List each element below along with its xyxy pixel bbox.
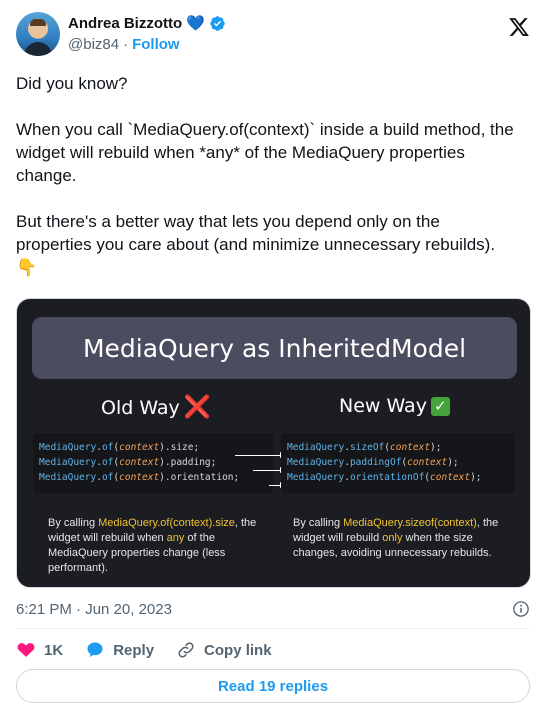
- author-handle-row: @biz84 · Follow: [68, 36, 180, 53]
- avatar[interactable]: [16, 12, 60, 56]
- copy-link-label: Copy link: [204, 641, 272, 659]
- media-title: MediaQuery as InheritedModel: [82, 333, 467, 363]
- avatar-hair: [30, 19, 46, 26]
- avatar-shirt: [24, 42, 52, 56]
- tweet-spacer: [16, 187, 516, 210]
- reply-button[interactable]: Reply: [85, 640, 154, 660]
- check-mark-icon: ✓: [430, 396, 450, 416]
- like-count: 1K: [44, 641, 64, 659]
- media-title-box: MediaQuery as InheritedModel: [32, 317, 517, 379]
- tweet-line-3: But there's a better way that lets you d…: [16, 210, 516, 279]
- author-name[interactable]: Andrea Bizzotto: [68, 15, 182, 32]
- code-line: MediaQuery.orientationOf(context);: [287, 472, 482, 483]
- info-icon[interactable]: [512, 600, 530, 618]
- old-way-heading: Old Way ❌: [101, 395, 211, 420]
- pointing-down-icon: 👇: [16, 258, 38, 277]
- old-way-label: Old Way: [101, 396, 180, 419]
- code-line: MediaQuery.paddingOf(context);: [287, 457, 459, 468]
- tweet-line-1: Did you know?: [16, 74, 128, 93]
- copy-link-button[interactable]: Copy link: [176, 640, 272, 660]
- verified-badge-icon: [210, 16, 225, 31]
- heart-icon: [17, 643, 35, 657]
- code-line: MediaQuery.sizeOf(context);: [287, 442, 442, 453]
- reply-bubble-icon: [87, 642, 103, 657]
- author-handle[interactable]: @biz84: [68, 36, 119, 53]
- new-way-description: By calling MediaQuery.sizeof(context), t…: [293, 517, 499, 559]
- handle-separator: ·: [123, 36, 129, 53]
- tweet-line-2: When you call `MediaQuery.of(context)` i…: [16, 120, 514, 185]
- timestamp[interactable]: 6:21 PM · Jun 20, 2023: [16, 601, 172, 618]
- link-icon: [178, 642, 194, 658]
- tweet-line-3-text: But there's a better way that lets you d…: [16, 212, 496, 254]
- action-bar: 1K Reply Copy link: [16, 640, 272, 660]
- blue-heart-icon: 💙: [186, 15, 205, 32]
- reply-label: Reply: [113, 641, 155, 659]
- cross-mark-icon: ❌: [183, 395, 212, 420]
- code-line: MediaQuery.of(context).size;: [39, 442, 200, 453]
- code-line: MediaQuery.of(context).orientation;: [39, 472, 240, 483]
- like-button[interactable]: 1K: [16, 640, 63, 660]
- author-name-row: Andrea Bizzotto 💙: [68, 15, 226, 32]
- divider: [16, 628, 530, 629]
- tweet-header: Andrea Bizzotto 💙 @biz84 · Follow: [16, 12, 534, 56]
- new-code-block: MediaQuery.sizeOf(context); MediaQuery.p…: [281, 433, 515, 493]
- new-way-heading: New Way ✓: [339, 395, 450, 417]
- new-way-label: New Way: [339, 395, 427, 417]
- x-logo-icon[interactable]: [508, 16, 530, 38]
- old-way-description: By calling MediaQuery.of(context).size, …: [48, 517, 257, 574]
- arrow-icon: [235, 452, 286, 458]
- tweet-spacer: [16, 95, 516, 118]
- code-line: MediaQuery.of(context).padding;: [39, 457, 217, 468]
- tweet-media-image[interactable]: MediaQuery as InheritedModel Old Way ❌ N…: [16, 298, 531, 588]
- old-code-block: MediaQuery.of(context).size; MediaQuery.…: [33, 433, 273, 493]
- follow-button[interactable]: Follow: [132, 36, 180, 53]
- timestamp-row: 6:21 PM · Jun 20, 2023: [16, 600, 530, 618]
- tweet-text: Did you know? When you call `MediaQuery.…: [16, 72, 516, 279]
- read-replies-button[interactable]: Read 19 replies: [16, 669, 530, 703]
